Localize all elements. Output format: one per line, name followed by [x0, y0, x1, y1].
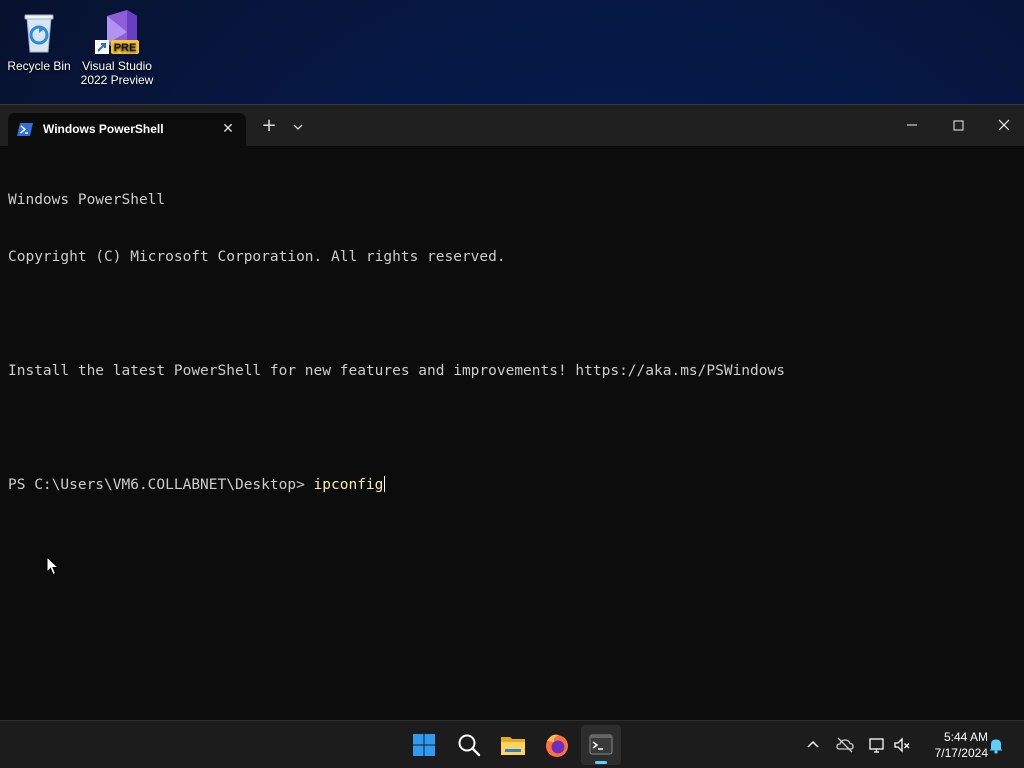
chevron-up-icon[interactable]	[803, 735, 823, 755]
terminal-output[interactable]: Windows PowerShell Copyright (C) Microso…	[8, 153, 1016, 713]
desktop-icon-label-line2: 2022 Preview	[80, 73, 154, 87]
prompt-line[interactable]: PS C:\Users\VM6.COLLABNET\Desktop> ipcon…	[8, 476, 1016, 495]
file-explorer-icon[interactable]	[493, 725, 533, 765]
firefox-icon[interactable]	[537, 725, 577, 765]
terminal-window[interactable]: Windows PowerShell ✕ + Windows PowerShel…	[0, 104, 1024, 721]
desktop-icon-visual-studio[interactable]: PRE Visual Studio 2022 Preview	[79, 2, 155, 87]
taskbar: 5:44 AM 7/17/2024	[0, 720, 1024, 768]
notification-bell-icon[interactable]	[986, 735, 1006, 755]
tab-windows-powershell[interactable]: Windows PowerShell ✕	[8, 113, 246, 146]
terminal-line: Install the latest PowerShell for new fe…	[8, 363, 785, 379]
onedrive-offline-icon[interactable]	[835, 735, 855, 755]
desktop-icon-label: Recycle Bin	[7, 59, 71, 73]
terminal-line: Windows PowerShell	[8, 192, 166, 208]
text-cursor	[384, 476, 386, 492]
recycle-bin-icon	[15, 8, 63, 56]
pre-badge-text: PRE	[114, 42, 137, 54]
system-clock[interactable]: 5:44 AM 7/17/2024	[918, 729, 988, 761]
prompt-text: PS C:\Users\VM6.COLLABNET\Desktop>	[8, 477, 314, 493]
command-text[interactable]: ipconfig	[314, 477, 384, 493]
start-icon[interactable]	[404, 725, 444, 765]
powershell-icon	[17, 123, 33, 136]
terminal-icon[interactable]	[581, 725, 621, 765]
minimize-button[interactable]	[889, 105, 935, 145]
volume-muted-icon[interactable]	[892, 735, 912, 755]
chevron-down-icon[interactable]	[289, 119, 307, 135]
search-icon[interactable]	[449, 725, 489, 765]
clock-time: 5:44 AM	[943, 730, 988, 744]
network-icon[interactable]	[867, 735, 887, 755]
new-tab-button[interactable]: +	[259, 117, 279, 137]
tab-title: Windows PowerShell	[43, 122, 164, 136]
close-window-button[interactable]	[981, 105, 1024, 145]
visual-studio-icon: PRE	[93, 8, 141, 56]
mouse-pointer-icon	[46, 555, 60, 576]
clock-date: 7/17/2024	[934, 746, 988, 760]
title-bar[interactable]: Windows PowerShell ✕ +	[0, 105, 1024, 146]
maximize-button[interactable]	[935, 105, 981, 145]
desktop-icon-label-line1: Visual Studio	[82, 59, 152, 73]
desktop-icon-recycle-bin[interactable]: Recycle Bin	[1, 2, 77, 73]
active-app-indicator	[595, 761, 607, 764]
terminal-line: Copyright (C) Microsoft Corporation. All…	[8, 249, 506, 265]
close-tab-icon[interactable]: ✕	[220, 120, 236, 136]
